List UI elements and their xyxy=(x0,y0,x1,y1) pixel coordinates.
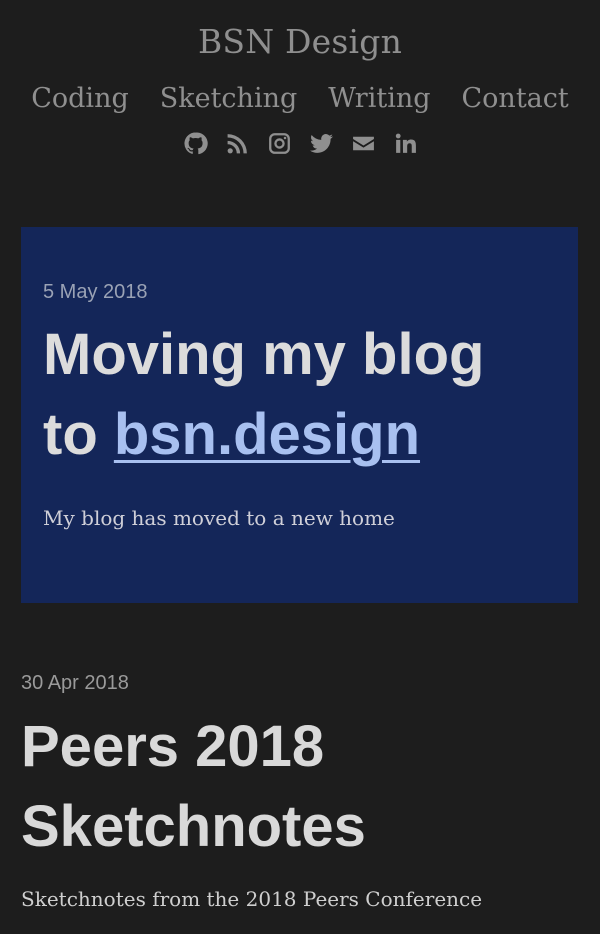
main-nav: Coding Sketching Writing Contact xyxy=(0,83,600,114)
site-header: BSN Design Coding Sketching Writing Cont… xyxy=(0,0,600,158)
featured-post-title-link[interactable]: bsn.design xyxy=(114,402,420,467)
rss-icon[interactable] xyxy=(224,130,250,156)
featured-post-date: 5 May 2018 xyxy=(43,281,148,303)
post-excerpt: Sketchnotes from the 2018 Peers Conferen… xyxy=(21,887,483,911)
social-links xyxy=(0,128,600,158)
twitter-icon[interactable] xyxy=(308,130,334,156)
post-item[interactable]: 30 Apr 2018 Peers 2018 Sketchnotes Sketc… xyxy=(21,672,581,911)
site-title-link[interactable]: BSN Design xyxy=(0,0,600,61)
nav-item-writing[interactable]: Writing xyxy=(328,83,430,114)
envelope-icon[interactable] xyxy=(350,130,376,156)
nav-item-contact[interactable]: Contact xyxy=(462,83,569,114)
post-date: 30 Apr 2018 xyxy=(21,672,129,694)
featured-post-card[interactable]: 5 May 2018 Moving my blog to bsn.design xyxy=(21,227,578,603)
featured-post-title: Moving my blog to bsn.design xyxy=(43,315,553,475)
linkedin-icon[interactable] xyxy=(392,130,418,156)
instagram-icon[interactable] xyxy=(266,130,292,156)
featured-post-excerpt: My blog has moved to a new home xyxy=(43,506,395,530)
post-title[interactable]: Peers 2018 Sketchnotes xyxy=(21,707,581,867)
github-icon[interactable] xyxy=(182,130,208,156)
nav-item-sketching[interactable]: Sketching xyxy=(160,83,298,114)
nav-item-coding[interactable]: Coding xyxy=(31,83,129,114)
